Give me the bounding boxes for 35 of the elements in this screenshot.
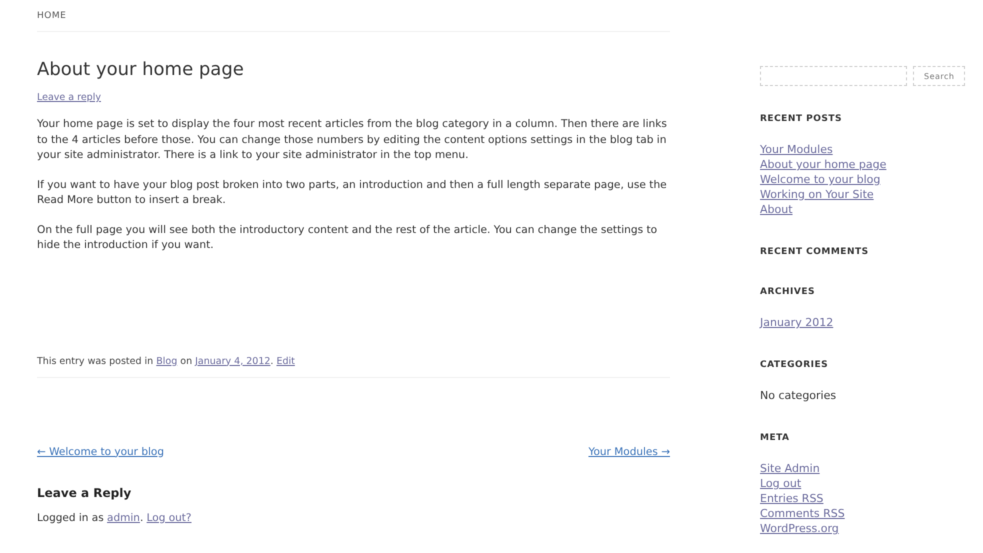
- account-link[interactable]: admin: [107, 512, 140, 524]
- reply-heading: Leave a Reply: [37, 486, 132, 500]
- sidebar-text: No categories: [760, 388, 836, 403]
- search-field[interactable]: [760, 66, 907, 86]
- meta-link[interactable]: Blog: [156, 356, 178, 366]
- widget-title: CATEGORIES: [760, 360, 828, 370]
- logged-in-text: Logged in as admin. Log out?: [37, 512, 192, 524]
- account-link[interactable]: Log out?: [146, 512, 192, 524]
- sidebar-link[interactable]: Site Admin: [760, 461, 820, 476]
- sidebar-link[interactable]: About: [760, 202, 793, 217]
- sidebar-link[interactable]: Your Modules: [760, 142, 833, 157]
- meta-link[interactable]: Edit: [276, 356, 295, 366]
- sidebar-link[interactable]: Entries RSS: [760, 491, 824, 506]
- leave-reply-link[interactable]: Leave a reply: [37, 92, 101, 103]
- sidebar-link[interactable]: Working on Your Site: [760, 187, 874, 202]
- post-paragraph: If you want to have your blog post broken into two parts, an introduction and then a full length separate page, use the Read More button to insert a break.: [37, 178, 668, 208]
- meta-link[interactable]: January 4, 2012: [195, 356, 270, 366]
- widget-title: RECENT COMMENTS: [760, 247, 869, 257]
- entry-meta: This entry was posted in Blog on January 4, 2012. Edit: [37, 356, 295, 366]
- search-button[interactable]: Search: [913, 66, 966, 86]
- sidebar-link[interactable]: WordPress.org: [760, 521, 839, 536]
- sidebar-link[interactable]: Welcome to your blog: [760, 172, 880, 187]
- sidebar-link[interactable]: Log out: [760, 476, 802, 491]
- next-post-link[interactable]: Your Modules →: [588, 446, 670, 458]
- previous-post-link[interactable]: ← Welcome to your blog: [37, 446, 164, 458]
- widget-title: META: [760, 433, 790, 443]
- post-title: About your home page: [37, 59, 244, 80]
- sidebar-link[interactable]: Comments RSS: [760, 506, 845, 521]
- sidebar-link[interactable]: January 2012: [760, 315, 834, 330]
- post-paragraph: On the full page you will see both the introductory content and the rest of the article. You can change the settings to hide the introduction if you want.: [37, 222, 658, 253]
- breadcrumb[interactable]: HOME: [37, 11, 66, 21]
- widget-title: ARCHIVES: [760, 287, 815, 297]
- post-paragraph: Your home page is set to display the four most recent articles from the blog category in a column. Then there are links to the 4 articles before those. You can change those numbers by editing the content options settings in the blog tab in your site administrator. There is a link to your site administrator in the top menu.: [37, 117, 668, 163]
- widget-title: RECENT POSTS: [760, 114, 842, 124]
- sidebar-link[interactable]: About your home page: [760, 157, 886, 172]
